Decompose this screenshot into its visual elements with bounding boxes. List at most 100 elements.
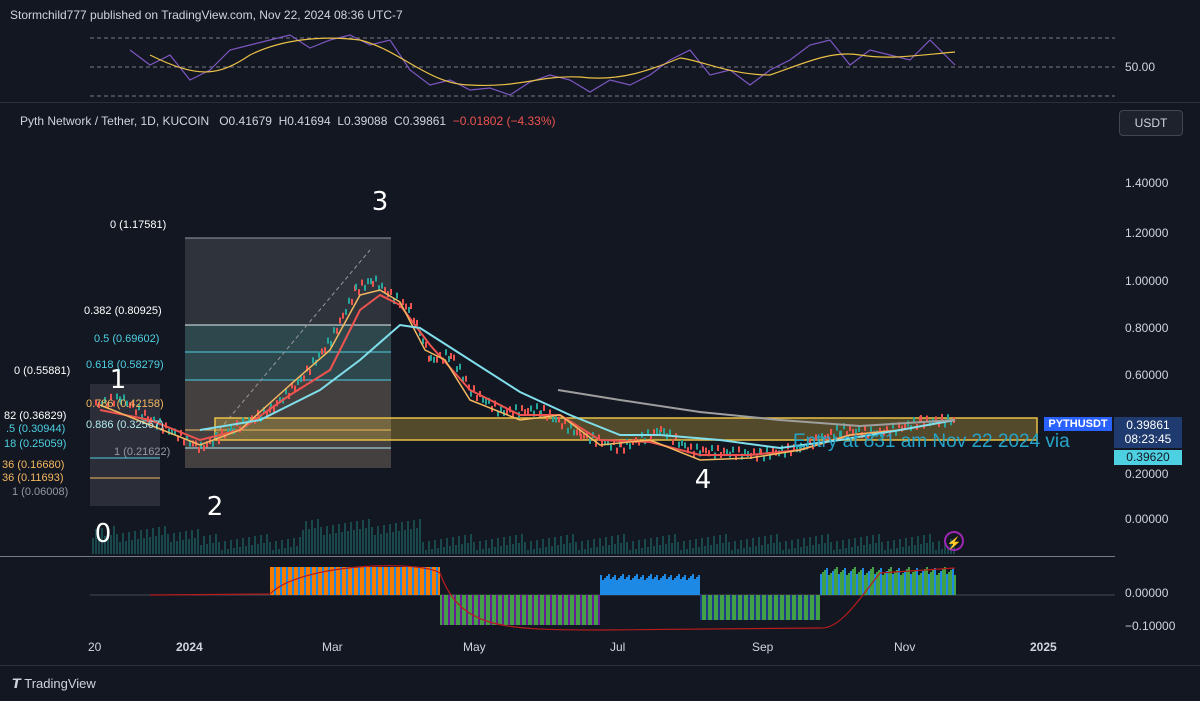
volume-bar xyxy=(617,535,619,554)
osc-bar xyxy=(804,595,806,620)
osc-bar xyxy=(546,595,548,625)
osc-bar xyxy=(846,575,848,595)
osc-bar xyxy=(628,575,630,595)
osc-bar xyxy=(774,595,776,620)
volume-bar xyxy=(812,545,814,554)
volume-bar xyxy=(560,536,562,554)
osc-bar xyxy=(390,567,392,595)
osc-bar xyxy=(602,580,604,595)
volume-bar xyxy=(674,534,676,554)
candle xyxy=(445,349,447,356)
volume-bar xyxy=(428,541,430,554)
volume-bar xyxy=(131,540,133,554)
osc-bar xyxy=(700,595,702,620)
osc-bar xyxy=(674,578,676,595)
volume-bar xyxy=(668,535,670,554)
volume-bar xyxy=(863,545,865,554)
osc-bar xyxy=(480,595,482,625)
candle xyxy=(684,442,686,449)
volume-bar xyxy=(857,546,859,554)
volume-bar xyxy=(497,538,499,554)
candle xyxy=(555,416,557,423)
volume-bar xyxy=(680,550,682,554)
volume-bar xyxy=(482,549,484,554)
osc-bar xyxy=(638,579,640,595)
wave-label-2: 2 xyxy=(207,492,224,522)
volume-bar xyxy=(500,546,502,554)
volume-bar xyxy=(827,534,829,554)
osc-bar xyxy=(462,595,464,625)
volume-bar xyxy=(632,541,634,554)
osc-bar xyxy=(438,567,440,595)
volume-bars xyxy=(92,519,955,554)
osc-bar xyxy=(924,569,926,595)
osc-bar xyxy=(346,567,348,595)
volume-bar xyxy=(548,538,550,554)
volume-bar xyxy=(641,548,643,554)
osc-bar xyxy=(276,567,278,595)
volume-bar xyxy=(464,535,466,554)
volume-bar xyxy=(356,521,358,554)
volume-bar xyxy=(275,541,277,554)
fib-label: 0.382 (0.80925) xyxy=(84,305,162,317)
tradingview-logo-icon: 𝙏 xyxy=(12,676,21,691)
volume-bar xyxy=(281,540,283,554)
volume-bar xyxy=(392,532,394,554)
osc-bar xyxy=(360,567,362,595)
volume-bar xyxy=(113,526,115,554)
osc-bar xyxy=(412,567,414,595)
osc-bar xyxy=(376,567,378,595)
osc-bar xyxy=(812,595,814,620)
volume-bar xyxy=(209,535,211,554)
volume-bar xyxy=(458,536,460,554)
volume-bar xyxy=(875,543,877,554)
candle xyxy=(198,446,200,453)
candle xyxy=(425,341,427,348)
volume-bar xyxy=(407,521,409,554)
volume-bar xyxy=(140,530,142,554)
volume-bar xyxy=(620,543,622,554)
osc-bar xyxy=(824,570,826,595)
volume-bar xyxy=(314,528,316,554)
osc-bar xyxy=(786,595,788,620)
volume-bar xyxy=(629,550,631,554)
volume-bar xyxy=(206,544,208,554)
volume-bar xyxy=(284,548,286,554)
volume-bar xyxy=(905,538,907,554)
volume-bar xyxy=(137,539,139,554)
price-axis-label: 1.20000 xyxy=(1125,226,1169,240)
volume-bar xyxy=(653,546,655,554)
osc-bar xyxy=(816,595,818,620)
osc-bar xyxy=(814,595,816,620)
footer-brand[interactable]: 𝙏 TradingView xyxy=(12,676,96,692)
osc-bar xyxy=(718,595,720,620)
currency-button[interactable]: USDT xyxy=(1119,110,1183,136)
osc-bar xyxy=(510,595,512,625)
osc-bar xyxy=(658,580,660,595)
volume-bar xyxy=(731,550,733,554)
volume-bar xyxy=(365,528,367,554)
lightning-icon[interactable]: ⚡ xyxy=(944,531,964,551)
symbol-info: Pyth Network / Tether, 1D, KUCOIN O0.416… xyxy=(20,114,556,128)
volume-bar xyxy=(818,544,820,554)
candle xyxy=(561,423,563,430)
volume-bar xyxy=(881,542,883,554)
osc-bar xyxy=(520,595,522,625)
osc-bar xyxy=(402,567,404,595)
candle xyxy=(230,425,232,432)
osc-bar xyxy=(856,574,858,595)
volume-bar xyxy=(941,549,943,554)
osc-bar xyxy=(320,567,322,595)
osc-bar xyxy=(404,567,406,595)
volume-bar xyxy=(659,545,661,554)
osc-bar xyxy=(808,595,810,620)
osc-bar xyxy=(762,595,764,620)
osc-bar xyxy=(828,575,830,595)
osc-bar xyxy=(826,568,828,595)
volume-bar xyxy=(572,534,574,554)
osc-bar xyxy=(646,578,648,595)
volume-bar xyxy=(296,546,298,554)
osc-bar xyxy=(732,595,734,620)
osc-bar xyxy=(642,575,644,595)
osc-bar xyxy=(344,567,346,595)
